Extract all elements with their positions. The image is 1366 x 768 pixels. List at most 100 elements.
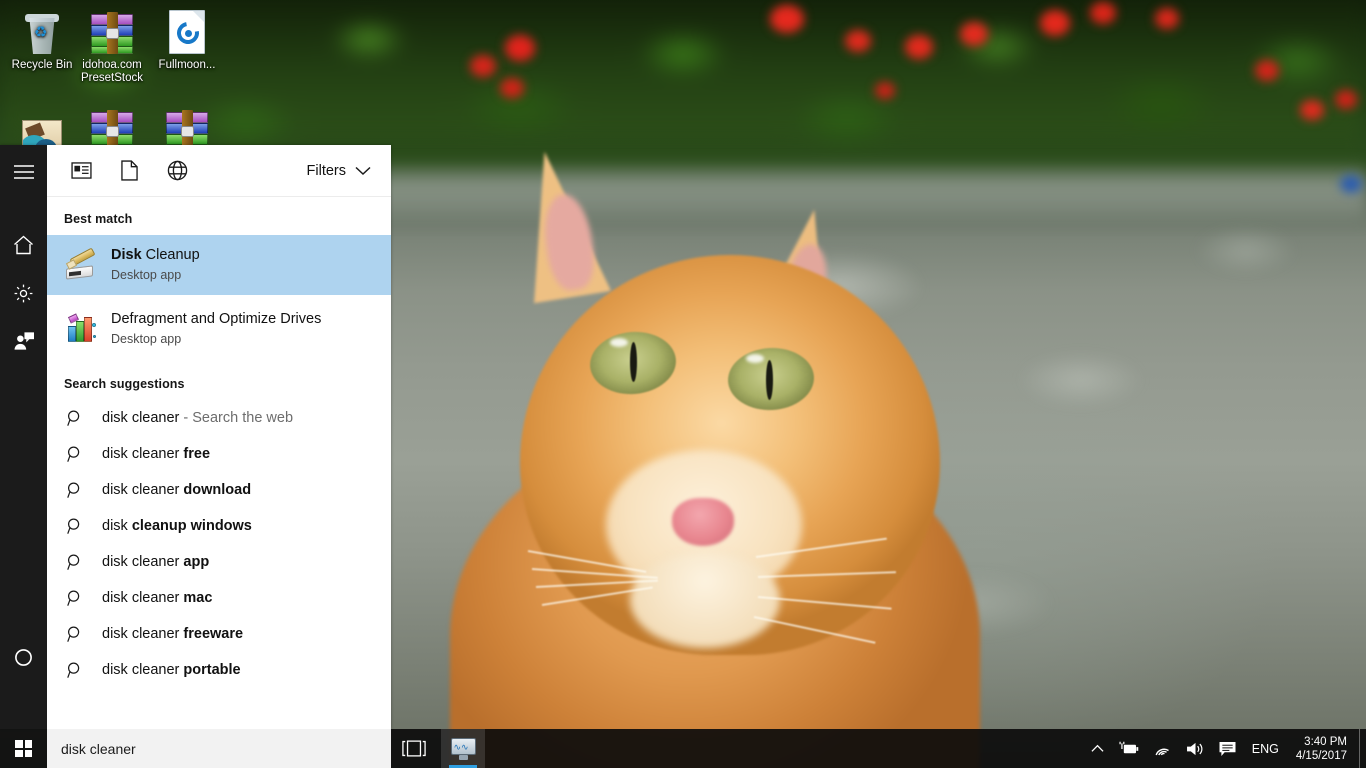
search-input-value: disk cleaner	[61, 741, 136, 757]
system-tray[interactable]: ENG 3:40 PM 4/15/2017	[1084, 729, 1366, 768]
sidebar-item-settings[interactable]	[0, 269, 47, 317]
result-title: Defragment and Optimize Drives	[111, 310, 321, 329]
disk-cleanup-icon	[65, 249, 97, 281]
wallpaper-flower	[1340, 175, 1362, 193]
apps-window-icon	[71, 162, 92, 179]
taskbar[interactable]: disk cleaner ∿∿	[0, 729, 1366, 768]
search-panel[interactable]: Filters Best match Disk Cleanup Desktop …	[0, 145, 391, 729]
desktop-icon-label: Fullmoon...	[145, 59, 229, 72]
suggestion-text: disk cleaner free	[102, 446, 210, 462]
show-desktop-button[interactable]	[1359, 729, 1366, 768]
result-subtitle: Desktop app	[111, 331, 321, 348]
search-results[interactable]: Best match Disk Cleanup Desktop app Defr…	[47, 197, 391, 729]
magnifier-icon	[67, 410, 84, 427]
taskbar-search-input[interactable]: disk cleaner	[47, 729, 391, 768]
suggestion-text: disk cleaner freeware	[102, 626, 243, 642]
sidebar-item-hamburger[interactable]	[0, 148, 47, 196]
suggestion-row[interactable]: disk cleaner mac	[47, 580, 391, 616]
suggestion-row[interactable]: disk cleaner free	[47, 436, 391, 472]
task-view-icon	[402, 740, 426, 757]
document-circle-icon	[145, 6, 229, 54]
wallpaper-flower	[845, 30, 871, 52]
hamburger-menu-icon	[14, 165, 34, 179]
clock[interactable]: 3:40 PM 4/15/2017	[1288, 729, 1359, 768]
chevron-down-icon	[355, 166, 371, 176]
document-page-icon	[121, 160, 138, 181]
taskbar-apps[interactable]: ∿∿	[441, 729, 485, 768]
desktop-icon-fullmoon[interactable]: Fullmoon...	[145, 6, 229, 72]
magnifier-icon	[67, 662, 84, 679]
tray-battery-button[interactable]	[1111, 729, 1146, 768]
search-toolbar[interactable]: Filters	[47, 145, 391, 197]
notification-icon	[1219, 741, 1236, 757]
wallpaper-flower	[1255, 60, 1279, 81]
result-item-disk-cleanup[interactable]: Disk Cleanup Desktop app	[47, 235, 391, 295]
magnifier-icon	[67, 554, 84, 571]
battery-charging-icon	[1118, 741, 1139, 756]
filters-label: Filters	[307, 163, 346, 179]
task-view-button[interactable]	[391, 729, 437, 768]
magnifier-icon	[67, 482, 84, 499]
search-panel-body: Filters Best match Disk Cleanup Desktop …	[47, 145, 391, 729]
suggestion-row[interactable]: disk cleaner freeware	[47, 616, 391, 652]
gear-icon	[13, 283, 34, 304]
wallpaper-flower	[905, 35, 933, 59]
sidebar-item-home[interactable]	[0, 221, 47, 269]
result-item-defragment[interactable]: Defragment and Optimize Drives Desktop a…	[47, 299, 391, 359]
result-title: Disk Cleanup	[111, 246, 200, 265]
action-center-button[interactable]	[1212, 729, 1243, 768]
clock-time: 3:40 PM	[1304, 735, 1347, 749]
filter-web-button[interactable]	[153, 148, 201, 194]
wallpaper-flower	[1090, 2, 1116, 24]
sidebar-item-feedback[interactable]	[0, 317, 47, 365]
tray-overflow-button[interactable]	[1084, 729, 1111, 768]
magnifier-icon	[67, 626, 84, 643]
wallpaper-flower	[1155, 8, 1179, 29]
clock-date: 4/15/2017	[1296, 749, 1347, 763]
desktop-icon-label: idohoa.com PresetStock	[70, 59, 154, 85]
suggestion-row[interactable]: disk cleaner portable	[47, 652, 391, 688]
wallpaper-flower	[770, 5, 804, 33]
taskbar-app-system-monitor[interactable]: ∿∿	[441, 729, 485, 768]
suggestion-row[interactable]: disk cleaner app	[47, 544, 391, 580]
windows-logo-icon	[15, 740, 32, 757]
filters-button[interactable]: Filters	[297, 156, 377, 186]
wallpaper-flower	[875, 82, 895, 99]
language-indicator[interactable]: ENG	[1243, 729, 1288, 768]
chevron-up-icon	[1091, 744, 1104, 753]
suggestion-text: disk cleaner download	[102, 482, 251, 498]
winrar-archive-icon	[70, 6, 154, 54]
suggestions-heading: Search suggestions	[47, 359, 391, 400]
search-nav-rail[interactable]	[0, 145, 47, 729]
defragment-drives-icon	[65, 313, 97, 345]
home-icon	[13, 235, 34, 255]
wallpaper-flower	[1300, 100, 1324, 120]
cortana-circle-icon	[14, 648, 33, 667]
magnifier-icon	[67, 518, 84, 535]
tray-volume-button[interactable]	[1179, 729, 1212, 768]
suggestion-row[interactable]: disk cleaner - Search the web	[47, 400, 391, 436]
wallpaper-cat	[410, 120, 1030, 768]
sidebar-item-cortana[interactable]	[0, 633, 47, 681]
tray-network-button[interactable]	[1146, 729, 1179, 768]
suggestion-list[interactable]: disk cleaner - Search the web disk cleane…	[47, 400, 391, 688]
wifi-icon	[1153, 741, 1172, 756]
suggestion-text: disk cleaner portable	[102, 662, 241, 678]
monitor-icon: ∿∿	[451, 738, 476, 760]
suggestion-row[interactable]: disk cleanup windows	[47, 508, 391, 544]
filter-documents-button[interactable]	[105, 148, 153, 194]
start-button[interactable]	[0, 729, 47, 768]
feedback-person-icon	[13, 331, 35, 351]
suggestion-text: disk cleaner mac	[102, 590, 212, 606]
desktop-icon-idohoa[interactable]: idohoa.com PresetStock	[70, 6, 154, 85]
result-subtitle: Desktop app	[111, 267, 200, 284]
suggestion-row[interactable]: disk cleaner download	[47, 472, 391, 508]
wallpaper-flower	[500, 78, 524, 98]
suggestion-text: disk cleaner app	[102, 554, 209, 570]
suggestion-text: disk cleanup windows	[102, 518, 252, 534]
wallpaper-flower	[470, 55, 496, 77]
filter-apps-button[interactable]	[57, 148, 105, 194]
globe-icon	[167, 160, 188, 181]
magnifier-icon	[67, 446, 84, 463]
best-match-heading: Best match	[47, 197, 391, 235]
